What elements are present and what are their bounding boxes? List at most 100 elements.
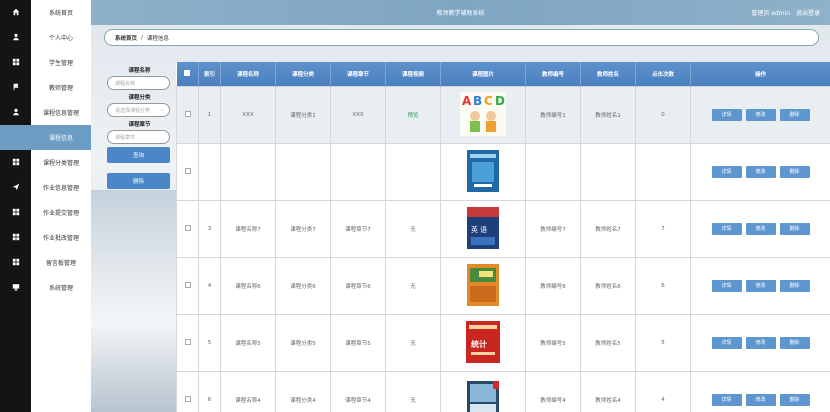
select-all-cell[interactable] bbox=[176, 62, 199, 86]
course-image-cell: ABCD bbox=[440, 85, 526, 144]
grid-icon bbox=[12, 158, 20, 168]
sidebar-icon-cell[interactable] bbox=[0, 150, 31, 175]
course-cover-image bbox=[467, 380, 499, 412]
sidebar-item[interactable]: 课程分类管理 bbox=[31, 150, 91, 175]
course-chapter-cell: 课程章节7 bbox=[330, 199, 386, 258]
teacher-no-cell: 教师编号5 bbox=[525, 313, 581, 372]
course-chapter-input[interactable]: 课程章节 bbox=[107, 130, 170, 144]
sidebar-icon-cell[interactable] bbox=[0, 275, 31, 300]
select-all-checkbox[interactable] bbox=[184, 69, 191, 76]
clicks-cell: 6 bbox=[635, 256, 691, 315]
row-delete-button[interactable]: 删除 bbox=[779, 393, 810, 406]
flag-icon bbox=[12, 83, 20, 93]
course-chapter-cell bbox=[330, 142, 386, 201]
row-delete-button[interactable]: 删除 bbox=[779, 222, 810, 235]
teacher-name-cell: 教师姓名7 bbox=[580, 199, 636, 258]
row-select-cell[interactable] bbox=[176, 370, 199, 412]
row-checkbox[interactable] bbox=[184, 224, 191, 231]
column-header-image: 课程图片 bbox=[440, 62, 526, 86]
table-row[interactable]: 1 XXX 课程分类1 XXX 预览 A B C D 教师编号1 教师姓名1 0 详情 修改 删除 bbox=[176, 85, 830, 144]
sidebar-item[interactable]: 作业信息管理 bbox=[31, 175, 91, 200]
row-delete-button[interactable]: 删除 bbox=[779, 108, 810, 121]
logout-link[interactable]: 退出登录 bbox=[796, 10, 820, 17]
course-video-cell[interactable]: 预览 bbox=[385, 85, 441, 144]
table-row[interactable]: 3 课程名称7 课程分类7 课程章节7 无英语教师编号7 教师姓名7 7 详情 修改 删除 bbox=[176, 199, 830, 258]
table-row[interactable]: 详情 修改 删除 bbox=[176, 142, 830, 201]
search-button[interactable]: 查询 bbox=[107, 147, 170, 163]
sidebar-item[interactable]: 作业提交管理 bbox=[31, 200, 91, 225]
row-select-cell[interactable] bbox=[176, 85, 199, 144]
sidebar-icon-cell[interactable] bbox=[0, 175, 31, 200]
sidebar-item[interactable]: 系统首页 bbox=[31, 0, 91, 25]
column-header-chapter: 课程章节 bbox=[330, 62, 386, 86]
row-delete-button[interactable]: 删除 bbox=[779, 165, 810, 178]
edit-button[interactable]: 修改 bbox=[745, 222, 776, 235]
detail-button[interactable]: 详情 bbox=[711, 165, 742, 178]
sidebar-item[interactable]: 课程信息管理 bbox=[31, 100, 91, 125]
index-cell: 4 bbox=[198, 256, 221, 315]
table-row[interactable]: 4 课程名称6 课程分类6 课程章节6 无教师编号6 教师姓名6 6 详情 修改 删除 bbox=[176, 256, 830, 315]
course-chapter-cell: 课程章节5 bbox=[330, 313, 386, 372]
row-checkbox[interactable] bbox=[184, 167, 191, 174]
row-select-cell[interactable] bbox=[176, 142, 199, 201]
row-checkbox[interactable] bbox=[184, 281, 191, 288]
edit-button[interactable]: 修改 bbox=[745, 165, 776, 178]
sidebar-item[interactable]: 教师管理 bbox=[31, 75, 91, 100]
course-name-cell bbox=[220, 142, 276, 201]
course-video-cell: 无 bbox=[385, 256, 441, 315]
edit-button[interactable]: 修改 bbox=[745, 393, 776, 406]
edit-button[interactable]: 修改 bbox=[745, 279, 776, 292]
course-video-cell: 无 bbox=[385, 313, 441, 372]
row-select-cell[interactable] bbox=[176, 313, 199, 372]
sidebar-icon-cell[interactable] bbox=[0, 25, 31, 50]
detail-button[interactable]: 详情 bbox=[711, 336, 742, 349]
breadcrumb-separator: / bbox=[141, 34, 143, 41]
edit-button[interactable]: 修改 bbox=[745, 336, 776, 349]
sidebar-icon-cell[interactable] bbox=[0, 0, 31, 25]
detail-button[interactable]: 详情 bbox=[711, 222, 742, 235]
sidebar-item[interactable]: 课程信息 bbox=[31, 125, 91, 150]
clicks-cell bbox=[635, 142, 691, 201]
sidebar-icon-cell[interactable] bbox=[0, 75, 31, 100]
breadcrumb-home[interactable]: 系统首页 bbox=[115, 34, 137, 42]
column-header-clicks: 点击次数 bbox=[635, 62, 691, 86]
row-checkbox[interactable] bbox=[184, 338, 191, 345]
row-checkbox[interactable] bbox=[184, 110, 191, 117]
edit-button[interactable]: 修改 bbox=[745, 108, 776, 121]
actions-cell: 详情 修改 删除 bbox=[690, 85, 830, 144]
row-delete-button[interactable]: 删除 bbox=[779, 336, 810, 349]
person-icon bbox=[12, 33, 20, 43]
sidebar-icon-cell[interactable] bbox=[0, 225, 31, 250]
sidebar-item[interactable]: 系统管理 bbox=[31, 275, 91, 300]
row-select-cell[interactable] bbox=[176, 199, 199, 258]
sidebar-icon-cell[interactable] bbox=[0, 125, 31, 150]
detail-button[interactable]: 详情 bbox=[711, 279, 742, 292]
detail-button[interactable]: 详情 bbox=[711, 393, 742, 406]
sidebar-item[interactable]: 作业批改管理 bbox=[31, 225, 91, 250]
sidebar-icon-cell[interactable] bbox=[0, 50, 31, 75]
table-row[interactable]: 6 课程名称4 课程分类4 课程章节4 无教师编号4 教师姓名4 4 详情 修改 删除 bbox=[176, 370, 830, 412]
clicks-cell: 5 bbox=[635, 313, 691, 372]
actions-cell: 详情 修改 删除 bbox=[690, 313, 830, 372]
course-name-input[interactable]: 课程名称 bbox=[107, 76, 170, 90]
sidebar-item[interactable]: 个人中心 bbox=[31, 25, 91, 50]
row-delete-button[interactable]: 删除 bbox=[779, 279, 810, 292]
sidebar-item[interactable]: 学生管理 bbox=[31, 50, 91, 75]
app-title: 教师教学辅助系统 bbox=[436, 10, 485, 17]
sidebar-icon-cell[interactable] bbox=[0, 200, 31, 225]
row-checkbox[interactable] bbox=[184, 395, 191, 402]
clicks-cell: 0 bbox=[635, 85, 691, 144]
sidebar-item[interactable]: 留言板管理 bbox=[31, 250, 91, 275]
course-name-cell: 课程名称4 bbox=[220, 370, 276, 412]
detail-button[interactable]: 详情 bbox=[711, 108, 742, 121]
send-icon bbox=[12, 183, 20, 193]
course-image-cell: 英语 bbox=[440, 199, 526, 258]
row-select-cell[interactable] bbox=[176, 256, 199, 315]
table-row[interactable]: 5 课程名称5 课程分类5 课程章节5 无统计 教师编号5 教师姓名5 5 详情 修改 删除 bbox=[176, 313, 830, 372]
course-chapter-cell: 课程章节6 bbox=[330, 256, 386, 315]
home-icon bbox=[12, 8, 20, 18]
delete-button[interactable]: 删除 bbox=[107, 173, 170, 189]
sidebar-icon-cell[interactable] bbox=[0, 250, 31, 275]
course-category-select[interactable]: 请选择课程分类 ⌄ bbox=[107, 103, 170, 117]
sidebar-icon-cell[interactable] bbox=[0, 100, 31, 125]
